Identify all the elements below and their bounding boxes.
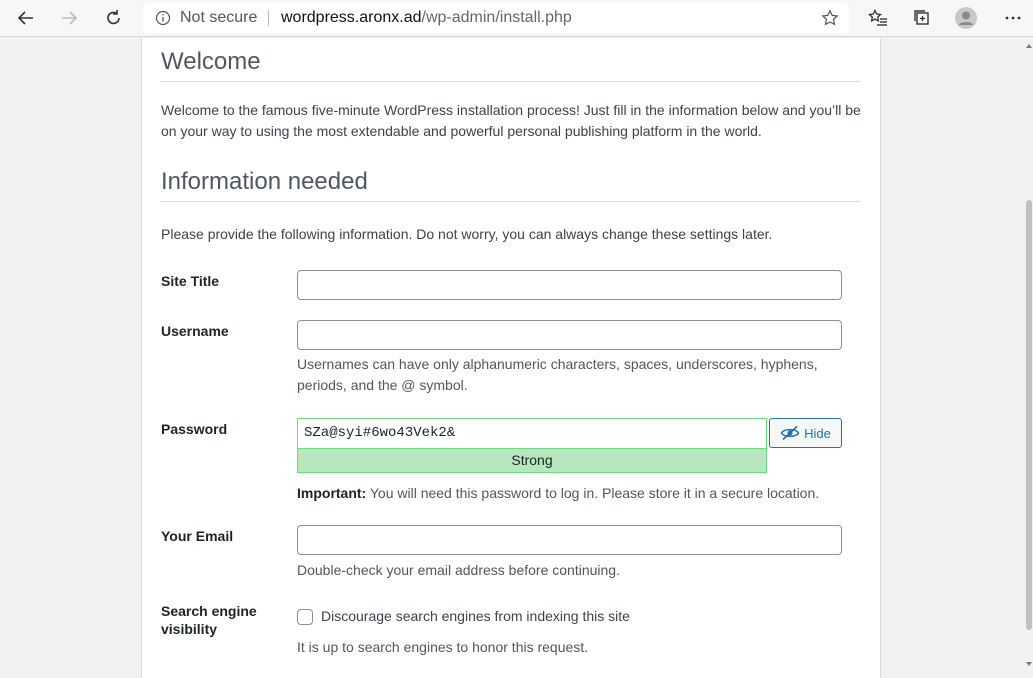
- password-input[interactable]: SZa@syi#6wo43Vek2&: [297, 418, 767, 448]
- collections-button[interactable]: [907, 4, 937, 32]
- divider: [161, 201, 861, 202]
- username-input[interactable]: [297, 320, 842, 350]
- address-separator: [268, 10, 269, 26]
- email-input[interactable]: [297, 525, 842, 555]
- scroll-down-arrow-icon[interactable]: [1026, 662, 1032, 666]
- password-important-note: Important: You will need this password t…: [297, 483, 842, 504]
- url-path: /wp-admin/install.php: [421, 9, 572, 26]
- scrollbar-thumb[interactable]: [1026, 200, 1032, 630]
- welcome-heading: Welcome: [161, 48, 261, 75]
- important-text: You will need this password to log in. P…: [366, 485, 820, 501]
- info-text: Please provide the following information…: [161, 226, 773, 242]
- email-label: Your Email: [161, 528, 234, 544]
- eye-slash-icon: [780, 425, 800, 441]
- email-hint: Double-check your email address before c…: [297, 562, 620, 578]
- visibility-label-line1: Search engine: [161, 603, 257, 619]
- site-title-label: Site Title: [161, 273, 220, 289]
- url-host: wordpress.aronx.ad: [281, 9, 422, 26]
- visibility-hint: It is up to search engines to honor this…: [297, 639, 589, 655]
- browser-toolbar: Not secure wordpress.aronx.ad/wp-admin/i…: [0, 0, 1033, 37]
- url-text[interactable]: wordpress.aronx.ad/wp-admin/install.php: [281, 9, 572, 27]
- security-label[interactable]: Not secure: [180, 9, 257, 27]
- profile-button[interactable]: [951, 4, 981, 32]
- password-strength-meter: Strong: [297, 448, 767, 473]
- hide-password-button[interactable]: Hide: [769, 418, 842, 448]
- install-card: Welcome Welcome to the famous five-minut…: [141, 38, 881, 678]
- profile-avatar-icon: [955, 7, 977, 29]
- username-hint: Usernames can have only alphanumeric cha…: [297, 356, 818, 393]
- hide-button-label: Hide: [804, 425, 831, 441]
- discourage-search-label[interactable]: Discourage search engines from indexing …: [321, 608, 630, 624]
- forward-arrow-icon: [62, 11, 78, 25]
- favorite-star-icon[interactable]: [821, 9, 839, 27]
- info-icon: [155, 10, 171, 26]
- refresh-button[interactable]: [99, 4, 129, 32]
- favorites-button[interactable]: [863, 4, 893, 32]
- favorites-list-icon: [868, 9, 887, 26]
- discourage-search-checkbox[interactable]: [297, 609, 313, 625]
- username-label: Username: [161, 323, 229, 339]
- more-menu-button[interactable]: [998, 4, 1028, 32]
- refresh-icon: [107, 10, 120, 25]
- more-dots-icon: [1005, 16, 1021, 20]
- back-button[interactable]: [11, 4, 41, 32]
- address-bar[interactable]: Not secure wordpress.aronx.ad/wp-admin/i…: [143, 3, 849, 33]
- visibility-label-line2: visibility: [161, 621, 218, 637]
- forward-button[interactable]: [54, 4, 84, 32]
- scroll-up-arrow-icon[interactable]: [1026, 44, 1032, 48]
- welcome-text: Welcome to the famous five-minute WordPr…: [161, 102, 861, 139]
- collections-icon: [914, 10, 929, 25]
- site-title-input[interactable]: [297, 270, 842, 300]
- page-scrollbar[interactable]: [1025, 38, 1033, 674]
- important-label: Important:: [297, 485, 367, 501]
- password-label: Password: [161, 421, 228, 437]
- visibility-label: Search engine visibility: [161, 602, 257, 638]
- info-heading: Information needed: [161, 168, 368, 195]
- back-arrow-icon: [17, 11, 33, 25]
- divider: [161, 81, 861, 82]
